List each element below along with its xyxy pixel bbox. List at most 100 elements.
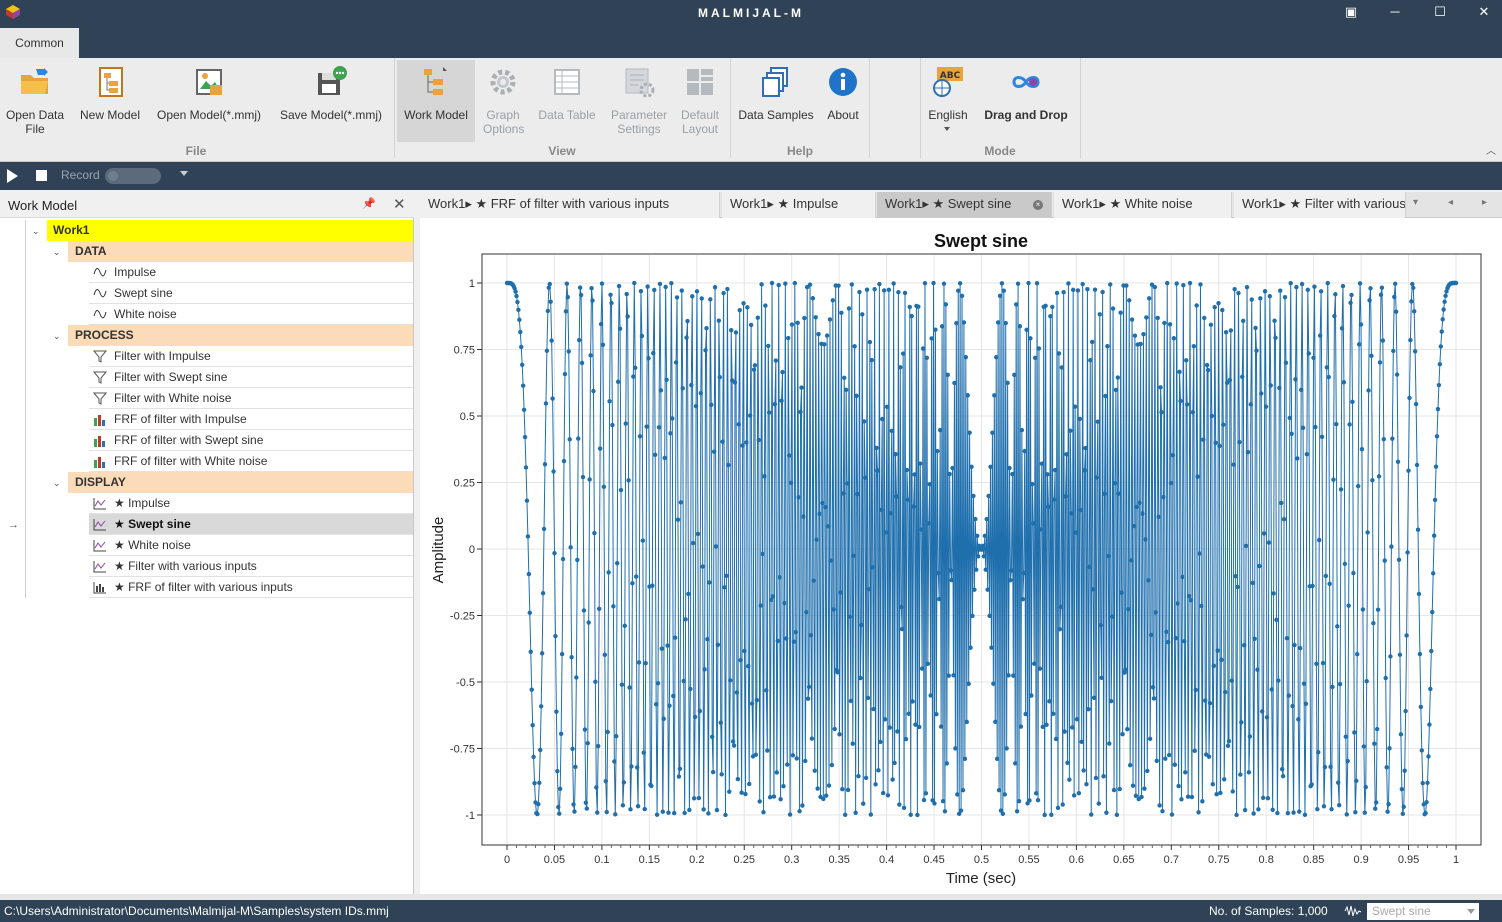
data-point	[1089, 339, 1095, 345]
data-point	[1078, 507, 1083, 513]
close-button[interactable]: ✕	[1471, 3, 1497, 21]
data-point	[777, 575, 782, 580]
record-toggle[interactable]	[105, 168, 161, 184]
tree-category-display[interactable]: DISPLAY	[68, 472, 413, 493]
data-point	[646, 356, 651, 361]
data-point	[652, 287, 657, 293]
collapse-toggle-icon[interactable]: ⌄	[53, 247, 61, 258]
pin-icon[interactable]: 📌	[362, 197, 376, 210]
doc-tab-frf-various[interactable]: Work1▸ ★ FRF of filter with various inpu…	[420, 192, 720, 218]
data-point	[622, 623, 627, 628]
tab-common[interactable]: Common	[0, 28, 79, 58]
tree-item-display-impulse[interactable]: ★ Impulse	[89, 493, 413, 514]
layout-grid-icon	[687, 69, 713, 95]
swept-sine-chart[interactable]: Swept sine 0 0.05 0.1 0.15 0.2 0.25 0.3 0.35 0.4…	[420, 218, 1502, 894]
data-point	[1056, 351, 1062, 356]
data-point	[1038, 527, 1044, 532]
data-point	[1172, 762, 1178, 767]
data-point	[1188, 597, 1194, 603]
tree-item-impulse[interactable]: Impulse	[89, 262, 413, 283]
collapse-toggle-icon[interactable]: ⌄	[32, 226, 40, 237]
close-icon[interactable]: ✕	[393, 195, 406, 213]
collapse-toggle-icon[interactable]: ⌄	[53, 478, 61, 489]
doc-tab-white-noise[interactable]: Work1▸ ★ White noise	[1054, 192, 1232, 218]
tree-item-filter-swept-sine[interactable]: Filter with Swept sine	[89, 367, 413, 388]
parameter-settings-button[interactable]: Parameter Settings	[606, 60, 672, 142]
data-point	[1331, 477, 1336, 482]
maximize-button[interactable]: ☐	[1427, 3, 1453, 21]
data-point	[1206, 754, 1212, 759]
doc-tab-swept-sine[interactable]: Work1▸ ★ Swept sine ×	[877, 192, 1052, 218]
data-point	[756, 437, 761, 443]
tree-item-swept-sine[interactable]: Swept sine	[89, 283, 413, 304]
data-point	[1341, 380, 1347, 385]
tree-item-display-swept-sine[interactable]: ★ Swept sine	[89, 514, 413, 535]
data-point	[891, 281, 896, 286]
drag-and-drop-button[interactable]: Drag and Drop	[976, 60, 1076, 142]
tree-item-label: ★ FRF of filter with various inputs	[114, 580, 293, 594]
tab-list-dropdown-icon[interactable]: ▾	[1413, 197, 1418, 208]
doc-tab-filter-various[interactable]: Work1▸ ★ Filter with various inputs	[1234, 192, 1406, 218]
graph-options-button[interactable]: Graph Options	[476, 60, 530, 142]
collapse-toggle-icon[interactable]: ⌄	[53, 331, 61, 342]
data-point	[903, 736, 909, 742]
tree-category-process[interactable]: PROCESS	[68, 325, 413, 346]
open-data-file-button[interactable]: Open Data File	[2, 60, 68, 142]
data-point	[1127, 762, 1133, 768]
minimize-button[interactable]: ─	[1382, 3, 1408, 21]
play-icon[interactable]	[7, 169, 18, 183]
chevron-down-icon[interactable]	[180, 171, 188, 176]
data-point	[1130, 783, 1136, 788]
tree-item-display-white-noise[interactable]: ★ White noise	[89, 535, 413, 556]
data-point	[1213, 440, 1218, 446]
data-point	[805, 696, 811, 701]
data-point	[1237, 439, 1242, 445]
data-point	[1380, 338, 1386, 343]
language-dropdown[interactable]: ABC English	[924, 60, 972, 142]
tree-item-frf-white-noise[interactable]: FRF of filter with White noise	[89, 451, 413, 472]
data-point	[1042, 812, 1047, 818]
data-point	[722, 585, 727, 590]
data-point	[582, 727, 588, 732]
x-tick-label: 0.2	[689, 854, 704, 866]
restore-layout-icon[interactable]: ▣	[1338, 3, 1364, 21]
save-model-button[interactable]: Save Model(*.mmj)	[274, 60, 388, 142]
tree-item-white-noise[interactable]: White noise	[89, 304, 413, 325]
tree-item-filter-impulse[interactable]: Filter with Impulse	[89, 346, 413, 367]
signal-select[interactable]: Swept sine	[1367, 903, 1479, 920]
tree-category-data[interactable]: DATA	[68, 241, 413, 262]
data-point	[1243, 543, 1249, 549]
tree-item-frf-impulse[interactable]: FRF of filter with Impulse	[89, 409, 413, 430]
data-point	[860, 312, 865, 317]
data-samples-button[interactable]: Data Samples	[734, 60, 818, 142]
tree-item-frf-swept-sine[interactable]: FRF of filter with Swept sine	[89, 430, 413, 451]
about-button[interactable]: About	[820, 60, 866, 142]
data-point	[1195, 474, 1200, 479]
default-layout-button[interactable]: Default Layout	[674, 60, 726, 142]
data-point	[1029, 693, 1034, 698]
data-point	[749, 701, 755, 706]
collapse-ribbon-icon[interactable]: ︿	[1486, 142, 1496, 157]
work-model-button[interactable]: Work Model	[397, 60, 475, 142]
data-point	[620, 803, 626, 808]
tab-scroll-left-icon[interactable]: ◂	[1448, 197, 1453, 208]
data-point	[677, 766, 683, 772]
tree-item-display-frf-various[interactable]: ★ FRF of filter with various inputs	[89, 577, 413, 598]
data-table-button[interactable]: Data Table	[534, 60, 600, 142]
data-point	[1432, 497, 1438, 503]
tree-root-work1[interactable]: Work1	[47, 220, 413, 241]
graph-options-label: Graph Options	[483, 108, 525, 136]
doc-tab-impulse[interactable]: Work1▸ ★ Impulse	[722, 192, 876, 218]
close-tab-icon[interactable]: ×	[1033, 200, 1043, 210]
data-point	[665, 643, 670, 648]
tab-scroll-right-icon[interactable]: ▸	[1482, 197, 1487, 208]
data-point	[1108, 698, 1114, 704]
data-point	[1268, 383, 1273, 388]
data-point	[1390, 436, 1395, 441]
tree-item-filter-white-noise[interactable]: Filter with White noise	[89, 388, 413, 409]
new-model-button[interactable]: New Model	[74, 60, 146, 142]
open-model-button[interactable]: Open Model(*.mmj)	[152, 60, 266, 142]
stop-icon[interactable]	[36, 170, 47, 181]
data-point	[667, 703, 672, 708]
tree-item-display-filter-various[interactable]: ★ Filter with various inputs	[89, 556, 413, 577]
